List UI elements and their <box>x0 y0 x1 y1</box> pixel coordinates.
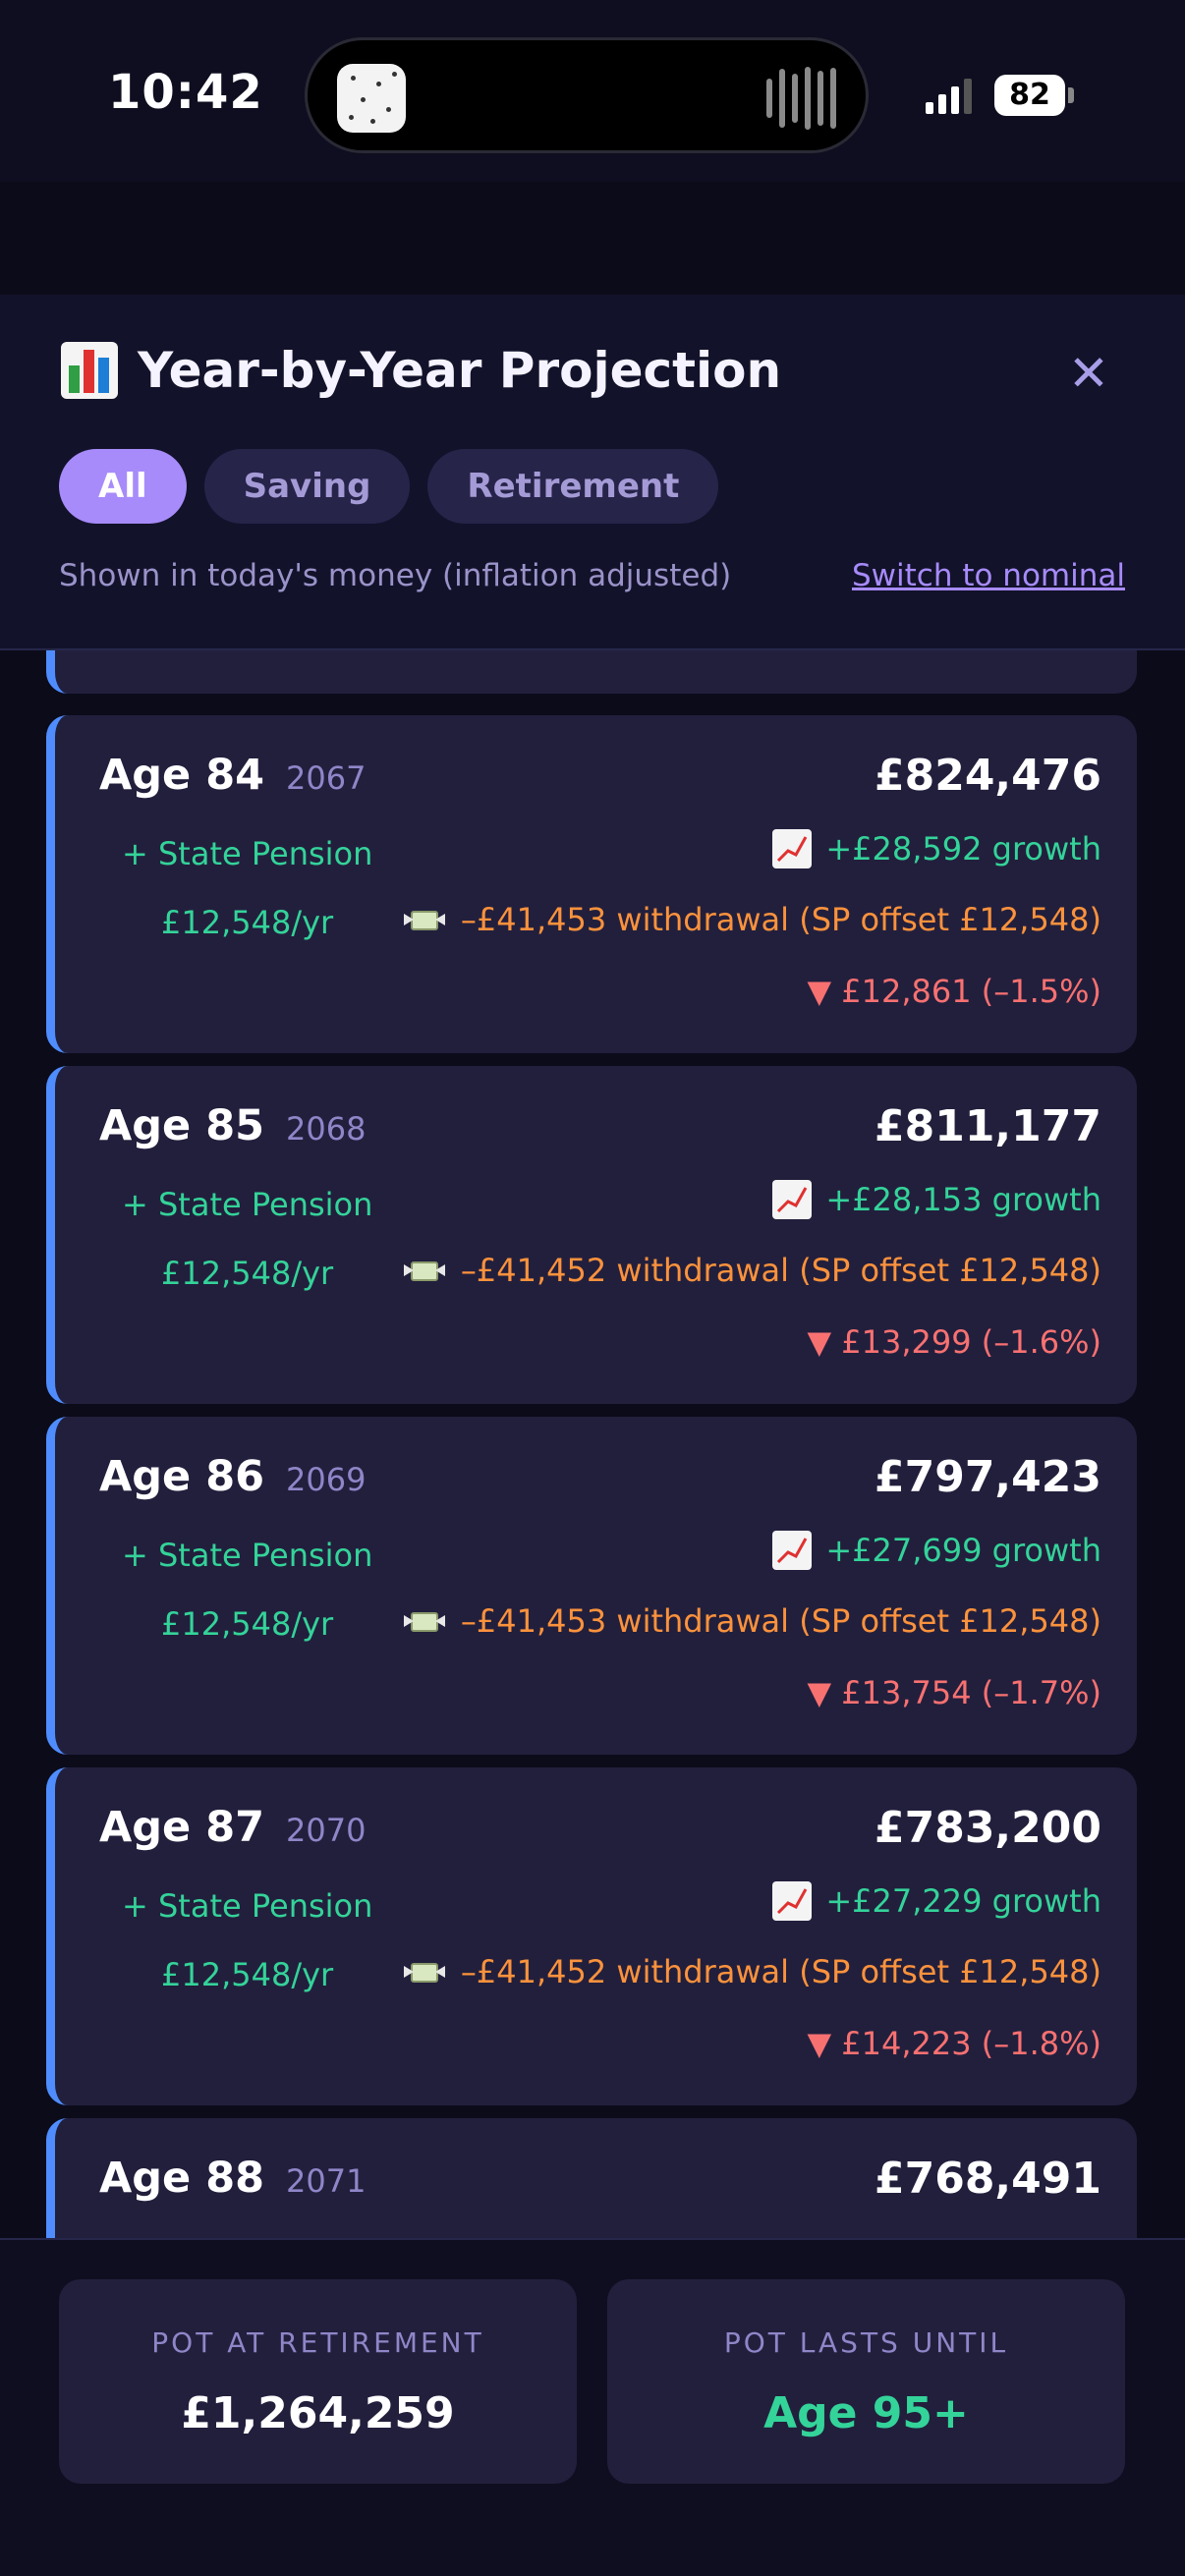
state-pension-label: + State Pension <box>122 1186 373 1223</box>
table-row: Age 87 2070 £783,200 + State Pension £12,… <box>46 1767 1137 2105</box>
age-label: Age 85 2068 <box>99 1101 366 1150</box>
summary-footer: POT AT RETIREMENT £1,264,259 POT LASTS U… <box>0 2238 1185 2576</box>
year-value: 2067 <box>286 759 367 797</box>
age-value: Age 88 <box>99 2154 265 2203</box>
age-value: Age 86 <box>99 1452 265 1501</box>
withdrawal-value: –£41,452 withdrawal (SP offset £12,548) <box>460 1953 1101 1990</box>
pot-lasts-until-value: Age 95+ <box>763 2388 969 2438</box>
growth-value: +£28,592 growth <box>825 830 1101 868</box>
state-pension-label: + State Pension <box>122 835 373 872</box>
withdrawal-value: –£41,453 withdrawal (SP offset £12,548) <box>460 901 1101 938</box>
year-value: 2070 <box>286 1812 367 1849</box>
title-row: Year-by-Year Projection <box>61 342 781 399</box>
state-pension-amount: £12,548/yr <box>161 1255 334 1292</box>
withdrawal-line: –£41,453 withdrawal (SP offset £12,548) <box>402 900 1101 939</box>
close-button[interactable]: ✕ <box>1061 346 1116 401</box>
page-title: Year-by-Year Projection <box>138 342 782 399</box>
growth-value: +£27,229 growth <box>825 1882 1101 1920</box>
age-value: Age 85 <box>99 1101 265 1150</box>
pot-value: £768,491 <box>874 2154 1101 2204</box>
age-label: Age 87 2070 <box>99 1803 366 1852</box>
growth-line: +£27,229 growth <box>772 1881 1101 1921</box>
pot-value: £797,423 <box>874 1452 1101 1502</box>
growth-value: +£27,699 growth <box>825 1532 1101 1569</box>
status-time: 10:42 <box>108 65 263 120</box>
status-bar: 10:42 82 <box>0 0 1185 182</box>
screen: 10:42 82 Year-by-Year Projection ✕ All S… <box>0 0 1185 2576</box>
pot-at-retirement-value: £1,264,259 <box>181 2388 455 2438</box>
state-pension-label: + State Pension <box>122 1887 373 1925</box>
switch-to-nominal-link[interactable]: Switch to nominal <box>852 558 1125 593</box>
year-value: 2071 <box>286 2162 367 2200</box>
withdrawal-value: –£41,453 withdrawal (SP offset £12,548) <box>460 1602 1101 1640</box>
filter-retirement[interactable]: Retirement <box>427 449 719 524</box>
filter-all[interactable]: All <box>59 449 187 524</box>
withdrawal-line: –£41,452 withdrawal (SP offset £12,548) <box>402 1251 1101 1290</box>
age-label: Age 84 2067 <box>99 751 366 800</box>
age-label: Age 86 2069 <box>99 1452 366 1501</box>
change-value: ▼ £13,754 (–1.7%) <box>807 1674 1101 1711</box>
growth-line: +£28,153 growth <box>772 1180 1101 1219</box>
cellular-signal-icon <box>926 79 972 114</box>
chart-increasing-icon <box>772 829 813 868</box>
pot-at-retirement-card: POT AT RETIREMENT £1,264,259 <box>59 2279 577 2484</box>
growth-value: +£28,153 growth <box>825 1181 1101 1218</box>
pot-value: £783,200 <box>874 1803 1101 1853</box>
bar-chart-icon <box>61 342 118 399</box>
growth-line: +£27,699 growth <box>772 1531 1101 1570</box>
pot-lasts-until-label: POT LASTS UNTIL <box>723 2326 1009 2359</box>
chart-increasing-icon <box>772 1881 813 1921</box>
change-value: ▼ £13,299 (–1.6%) <box>807 1323 1101 1361</box>
pot-value: £811,177 <box>874 1101 1101 1151</box>
table-row <box>46 650 1137 694</box>
audio-waveform-icon <box>766 66 836 131</box>
pot-at-retirement-label: POT AT RETIREMENT <box>151 2326 484 2359</box>
state-pension-amount: £12,548/yr <box>161 1956 334 1993</box>
filter-saving[interactable]: Saving <box>203 449 411 524</box>
chart-increasing-icon <box>772 1531 813 1570</box>
pot-value: £824,476 <box>874 751 1101 801</box>
state-pension-amount: £12,548/yr <box>161 904 334 941</box>
year-value: 2068 <box>286 1110 367 1148</box>
battery-icon: 82 <box>994 75 1065 116</box>
age-value: Age 87 <box>99 1803 265 1852</box>
withdrawal-line: –£41,453 withdrawal (SP offset £12,548) <box>402 1601 1101 1641</box>
projection-list[interactable]: Age 84 2067 £824,476 + State Pension £12,… <box>0 650 1185 2238</box>
age-value: Age 84 <box>99 751 265 800</box>
change-value: ▼ £14,223 (–1.8%) <box>807 2025 1101 2062</box>
inflation-note: Shown in today's money (inflation adjust… <box>59 558 732 593</box>
pot-lasts-until-card: POT LASTS UNTIL Age 95+ <box>607 2279 1125 2484</box>
withdrawal-line: –£41,452 withdrawal (SP offset £12,548) <box>402 1952 1101 1991</box>
withdrawal-value: –£41,452 withdrawal (SP offset £12,548) <box>460 1252 1101 1289</box>
age-label: Age 88 2071 <box>99 2154 366 2203</box>
chart-increasing-icon <box>772 1180 813 1219</box>
dynamic-island <box>305 37 869 153</box>
state-pension-label: + State Pension <box>122 1537 373 1574</box>
change-value: ▼ £12,861 (–1.5%) <box>807 973 1101 1010</box>
money-with-wings-icon <box>402 1952 447 1991</box>
year-value: 2069 <box>286 1461 367 1498</box>
table-row: Age 86 2069 £797,423 + State Pension £12,… <box>46 1417 1137 1755</box>
battery-tip <box>1068 87 1074 103</box>
sheet-header: Year-by-Year Projection ✕ All Saving Ret… <box>0 295 1185 650</box>
money-with-wings-icon <box>402 900 447 939</box>
state-pension-amount: £12,548/yr <box>161 1605 334 1643</box>
growth-line: +£28,592 growth <box>772 829 1101 868</box>
table-row: Age 88 2071 £768,491 <box>46 2118 1137 2238</box>
filter-tabs: All Saving Retirement <box>59 449 719 524</box>
live-activity-app-icon <box>337 64 406 133</box>
table-row: Age 84 2067 £824,476 + State Pension £12,… <box>46 715 1137 1053</box>
money-with-wings-icon <box>402 1601 447 1641</box>
table-row: Age 85 2068 £811,177 + State Pension £12,… <box>46 1066 1137 1404</box>
money-with-wings-icon <box>402 1251 447 1290</box>
